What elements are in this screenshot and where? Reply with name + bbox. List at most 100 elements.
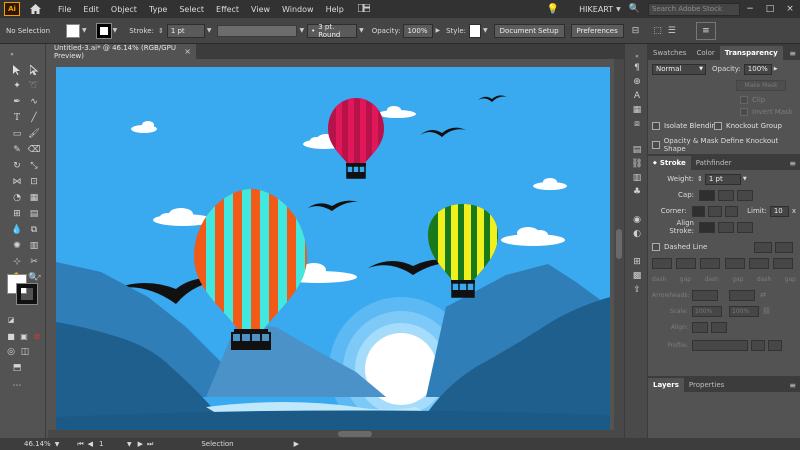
rotate-tool-icon[interactable]: ↻ xyxy=(10,160,24,172)
close-tab-icon[interactable]: × xyxy=(184,47,191,56)
bevel-join-button[interactable] xyxy=(724,205,739,217)
style-swatch[interactable] xyxy=(469,23,482,38)
dash-field-2[interactable] xyxy=(700,257,721,269)
align-center-button[interactable] xyxy=(699,221,715,233)
appearance-icon[interactable]: ◉ xyxy=(630,214,644,226)
width-tool-icon[interactable]: ⋈ xyxy=(10,176,24,188)
arrowhead-start-select[interactable] xyxy=(692,289,718,301)
gradient-mode-icon[interactable]: ▣ xyxy=(17,330,31,342)
gradient-tool-icon[interactable]: ▤ xyxy=(27,208,41,220)
canvas-area[interactable] xyxy=(48,59,624,437)
brush-definition[interactable]: • 3 pt. Round xyxy=(307,23,358,39)
preferences-button[interactable]: Preferences xyxy=(570,23,624,38)
isolate-blending-checkbox[interactable] xyxy=(652,122,660,130)
draw-behind-icon[interactable]: ◫ xyxy=(18,346,32,358)
asset-export-icon[interactable]: ⇪ xyxy=(630,284,644,296)
curvature-tool-icon[interactable]: ∿ xyxy=(27,96,41,108)
eyedropper-tool-icon[interactable]: 💧 xyxy=(10,224,24,236)
stroke-panel-menu-icon[interactable]: ≡ xyxy=(789,159,796,168)
color-guide-icon[interactable]: ▩ xyxy=(630,270,644,282)
lightbulb-icon[interactable]: 💡 xyxy=(547,4,559,15)
arrange-documents-icon[interactable] xyxy=(357,3,371,14)
tab-pathfinder[interactable]: Pathfinder xyxy=(691,156,737,170)
opacity-mask-checkbox[interactable] xyxy=(652,141,660,149)
symbols-icon[interactable]: ♣ xyxy=(630,186,644,198)
screen-mode-icon[interactable]: ⬒ xyxy=(10,362,24,374)
paragraph-icon[interactable]: ¶ xyxy=(630,62,644,74)
symbol-sprayer-tool-icon[interactable]: ✺ xyxy=(10,240,24,252)
direct-selection-tool-icon[interactable] xyxy=(27,64,41,76)
horizontal-scrollbar[interactable] xyxy=(48,430,624,438)
next-artboard-icon[interactable]: ▶ xyxy=(138,440,143,448)
knockout-group-option[interactable]: Knockout Group xyxy=(714,122,782,130)
shape-builder-tool-icon[interactable]: ◔ xyxy=(10,192,24,204)
minimize-button[interactable]: − xyxy=(740,4,760,14)
weight-stepper-icon[interactable]: ⇕ xyxy=(697,175,703,183)
scale-tool-icon[interactable]: ⤡ xyxy=(27,160,41,172)
search-icon[interactable]: 🔍 xyxy=(629,4,640,14)
artboard[interactable] xyxy=(56,67,610,432)
miter-join-button[interactable] xyxy=(691,205,706,217)
transform-panel-icon[interactable]: ⧈ xyxy=(630,118,644,130)
preserve-dash-button[interactable] xyxy=(754,241,772,253)
default-colors-icon[interactable]: ◪ xyxy=(4,314,18,326)
layers-panel-menu-icon[interactable]: ≡ xyxy=(789,381,796,390)
slice-tool-icon[interactable]: ✂ xyxy=(27,256,41,268)
transparency-opacity-chevron-icon[interactable]: ▶ xyxy=(774,66,778,72)
stroke-color-box[interactable] xyxy=(16,283,38,305)
tab-swatches[interactable]: Swatches xyxy=(648,46,691,60)
opacity-mask-option[interactable]: Opacity & Mask Define Knockout Shape xyxy=(652,137,796,153)
knockout-group-checkbox[interactable] xyxy=(714,122,722,130)
color-mode-icon[interactable]: ■ xyxy=(4,330,18,342)
fill-swatch[interactable] xyxy=(66,23,81,38)
document-setup-button[interactable]: Document Setup xyxy=(493,23,565,38)
stroke-weight-field[interactable]: 1 pt xyxy=(166,23,205,38)
arrow-align-extend-button[interactable] xyxy=(692,321,708,333)
menu-type[interactable]: Type xyxy=(149,5,167,14)
column-graph-tool-icon[interactable]: ▥ xyxy=(27,240,41,252)
paintbrush-tool-icon[interactable]: 🖌 xyxy=(27,128,41,140)
eraser-tool-icon[interactable]: ⌫ xyxy=(27,144,41,156)
opacity-field[interactable]: 100% xyxy=(403,23,434,38)
dash-field-1[interactable] xyxy=(652,257,672,269)
fill-chevron-icon[interactable]: ▼ xyxy=(82,27,87,34)
brush-chevron-icon[interactable]: ▼ xyxy=(359,27,364,34)
dashed-line-checkbox[interactable] xyxy=(652,243,660,251)
profile-chevron-icon[interactable]: ▼ xyxy=(299,27,304,34)
style-chevron-icon[interactable]: ▼ xyxy=(483,27,488,34)
projecting-cap-button[interactable] xyxy=(737,189,753,201)
chevron-down-icon[interactable]: ▼ xyxy=(616,6,621,13)
maximize-button[interactable]: □ xyxy=(760,4,780,14)
stock-search-input[interactable]: Search Adobe Stock xyxy=(648,2,740,16)
draw-normal-icon[interactable]: ◎ xyxy=(4,346,18,358)
prev-artboard-icon[interactable]: ◀ xyxy=(88,440,93,448)
menu-view[interactable]: View xyxy=(251,5,270,14)
vertical-scrollbar[interactable] xyxy=(614,59,624,437)
align-dash-button[interactable] xyxy=(775,241,793,253)
transparency-panel-menu-icon[interactable]: ≡ xyxy=(789,49,796,58)
zoom-chevron-icon[interactable]: ▼ xyxy=(55,441,60,448)
stroke-weight-chevron-icon[interactable]: ▼ xyxy=(207,27,212,34)
tab-color[interactable]: Color xyxy=(691,46,719,60)
arrow-align-inside-button[interactable] xyxy=(711,321,727,333)
collapse-toolbar-icon[interactable]: « xyxy=(5,48,19,60)
artboard-number[interactable]: 1 xyxy=(99,440,127,448)
tab-transparency[interactable]: Transparency xyxy=(719,46,783,60)
none-mode-icon[interactable]: ⊘ xyxy=(30,330,44,342)
brushes-icon[interactable]: ⊞ xyxy=(630,256,644,268)
menu-effect[interactable]: Effect xyxy=(216,5,239,14)
align-icon[interactable]: ⊟ xyxy=(632,26,640,36)
menu-select[interactable]: Select xyxy=(179,5,204,14)
isolate-blending-option[interactable]: Isolate Blending xyxy=(652,122,720,130)
limit-field[interactable]: 10 xyxy=(769,205,789,217)
libraries-icon[interactable]: ▤ xyxy=(630,144,644,156)
document-tab[interactable]: Untitled-3.ai* @ 46.14% (RGB/GPU Preview… xyxy=(48,44,196,60)
type-tool-icon[interactable]: T xyxy=(10,112,24,124)
invert-mask-option[interactable]: Invert Mask xyxy=(740,108,793,116)
align-panel-icon[interactable]: ▦ xyxy=(630,104,644,116)
zoom-level[interactable]: 46.14% xyxy=(24,440,51,448)
panel-menu-icon[interactable]: ≡ xyxy=(695,21,716,40)
stroke-chevron-icon[interactable]: ▼ xyxy=(113,27,118,34)
arrowhead-end-select[interactable] xyxy=(729,289,755,301)
collapse-dock-icon[interactable]: « xyxy=(630,50,644,62)
